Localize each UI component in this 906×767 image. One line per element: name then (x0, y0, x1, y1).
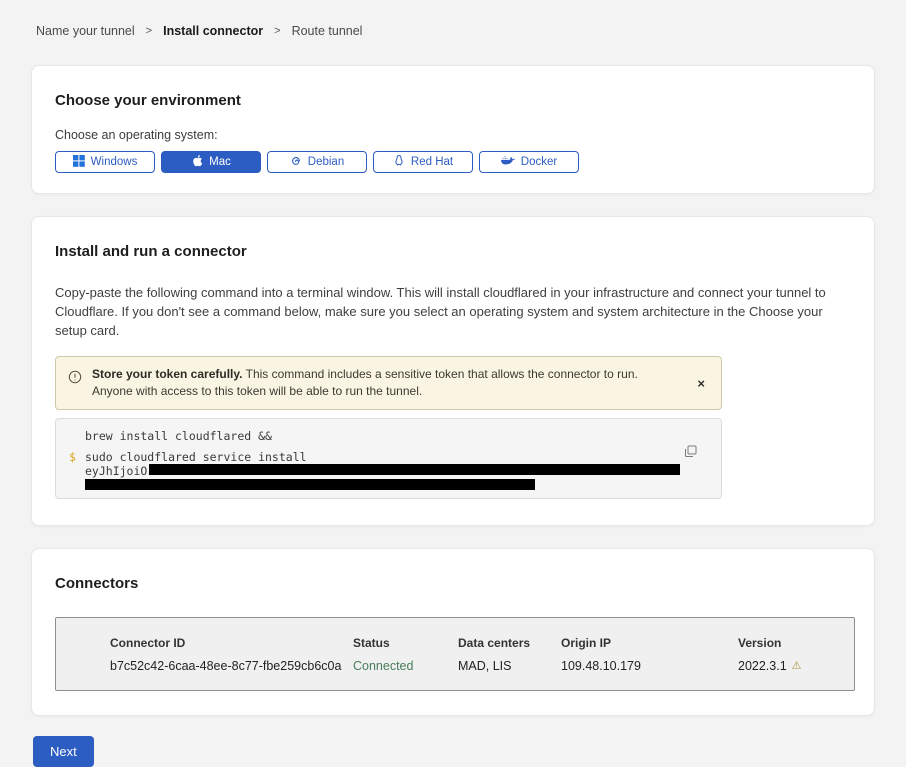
code-command-text: sudo cloudflared service install (85, 450, 307, 464)
os-selector-label: Choose an operating system: (55, 128, 851, 143)
choose-environment-card: Choose your environment Choose an operat… (31, 65, 875, 194)
shell-prompt: $ (69, 451, 76, 464)
os-button-redhat[interactable]: Red Hat (373, 151, 473, 173)
redacted-token-bar (85, 479, 535, 490)
docker-icon (501, 155, 515, 169)
data-centers-value: MAD, LIS (458, 659, 561, 673)
code-line-brew: brew install cloudflared && (85, 430, 661, 443)
warning-message-bold: Store your token carefully. (92, 367, 243, 381)
connector-id-value: b7c52c42-6caa-48ee-8c77-fbe259cb6c0a (110, 659, 353, 673)
breadcrumb-separator: > (146, 25, 152, 37)
install-command-codeblock: brew install cloudflared && $ sudo cloud… (55, 418, 722, 499)
connectors-card-title: Connectors (55, 549, 851, 593)
code-line-service-install: $ sudo cloudflared service install (85, 451, 661, 464)
breadcrumb-step-name-your-tunnel[interactable]: Name your tunnel (36, 24, 135, 38)
os-button-debian[interactable]: Debian (267, 151, 367, 173)
close-icon[interactable]: × (693, 377, 709, 390)
os-button-label: Windows (91, 156, 138, 168)
column-header-status: Status (353, 636, 458, 650)
column-header-origin-ip: Origin IP (561, 636, 738, 650)
version-number: 2022.3.1 (738, 659, 787, 673)
apple-icon (191, 154, 203, 170)
install-card-description: Copy-paste the following command into a … (55, 283, 851, 340)
breadcrumb-step-route-tunnel[interactable]: Route tunnel (292, 24, 363, 38)
install-connector-card: Install and run a connector Copy-paste t… (31, 216, 875, 526)
breadcrumb: Name your tunnel > Install connector > R… (0, 0, 906, 38)
connectors-table: Connector ID Status Data centers Origin … (55, 617, 855, 691)
redacted-token-bar (149, 464, 680, 475)
version-value: 2022.3.1 ⚠ (738, 659, 854, 673)
windows-icon (73, 155, 85, 170)
token-prefix: eyJhIjoiO (85, 464, 147, 478)
debian-icon (290, 155, 302, 170)
breadcrumb-separator: > (274, 25, 280, 37)
breadcrumb-step-install-connector[interactable]: Install connector (163, 24, 263, 38)
os-button-label: Debian (308, 156, 344, 168)
info-icon (68, 370, 82, 389)
status-badge: Connected (353, 659, 458, 673)
version-warning-icon: ⚠ (792, 660, 802, 672)
connectors-card: Connectors Connector ID Status Data cent… (31, 548, 875, 716)
redhat-icon (393, 154, 405, 170)
os-button-label: Red Hat (411, 156, 453, 168)
environment-card-title: Choose your environment (55, 66, 851, 110)
next-button[interactable]: Next (33, 736, 94, 767)
os-button-mac[interactable]: Mac (161, 151, 261, 173)
os-button-label: Mac (209, 156, 231, 168)
column-header-data-centers: Data centers (458, 636, 561, 650)
code-line-token: eyJhIjoiO (85, 464, 661, 478)
os-button-windows[interactable]: Windows (55, 151, 155, 173)
os-button-label: Docker (521, 156, 557, 168)
column-header-connector-id: Connector ID (110, 636, 353, 650)
install-card-title: Install and run a connector (55, 217, 851, 261)
warning-message: Store your token carefully. This command… (92, 366, 664, 400)
column-header-version: Version (738, 636, 854, 650)
token-warning-banner: Store your token carefully. This command… (55, 356, 722, 410)
copy-icon[interactable] (684, 445, 697, 461)
origin-ip-value: 109.48.10.179 (561, 659, 738, 673)
os-button-group: Windows Mac Debian (55, 151, 851, 173)
os-button-docker[interactable]: Docker (479, 151, 579, 173)
